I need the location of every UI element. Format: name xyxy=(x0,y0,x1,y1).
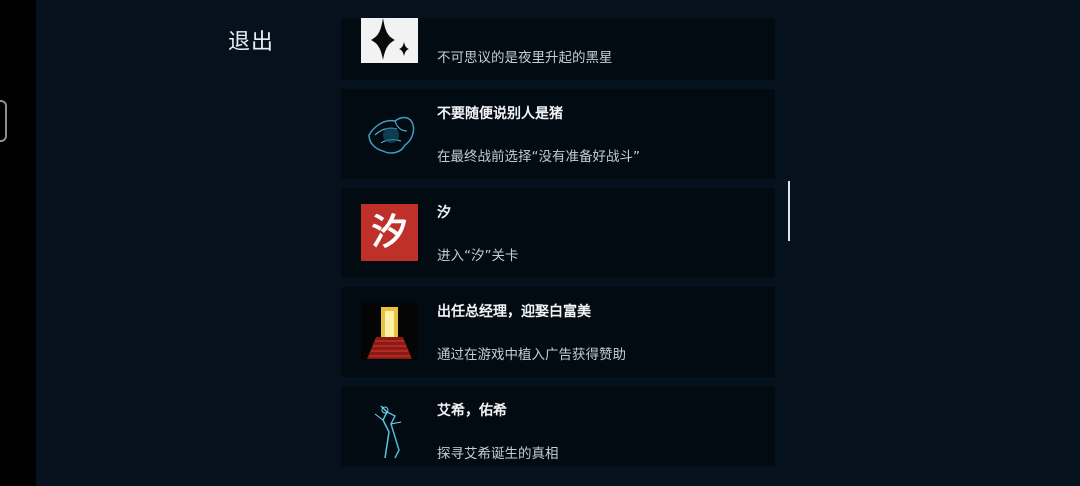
achievement-title: 艾希，佑希 xyxy=(437,403,507,419)
achievement-desc: 进入“汐”关卡 xyxy=(437,248,519,264)
xi-glyph: 汐 xyxy=(371,211,408,253)
achievement-desc: 不可思议的是夜里升起的黑星 xyxy=(437,50,613,66)
blue-creature-icon xyxy=(361,105,418,162)
exit-button[interactable]: 退出 xyxy=(228,24,274,56)
achievement-desc: 在最终战前选择“没有准备好战斗” xyxy=(437,149,640,165)
scrollbar-thumb[interactable] xyxy=(788,181,790,241)
achievement-list[interactable]: 不可思议的是夜里升起的黑星 不要随便说别人是猪 在最终战前选择“没有准备好战斗”… xyxy=(341,18,775,466)
achievement-desc: 通过在游戏中植入广告获得赞助 xyxy=(437,347,626,363)
achievement-card[interactable]: 不可思议的是夜里升起的黑星 xyxy=(341,18,775,80)
golden-door-stairs-icon xyxy=(361,303,418,360)
blue-sword-figure-icon xyxy=(361,402,418,459)
achievement-card[interactable]: 艾希，佑希 探寻艾希诞生的真相 xyxy=(341,386,775,466)
achievement-title: 汐 xyxy=(437,205,451,221)
achievement-title: 出任总经理，迎娶白富美 xyxy=(437,304,591,320)
side-handle[interactable] xyxy=(0,100,7,142)
black-star-icon xyxy=(361,18,418,63)
achievement-card[interactable]: 汐 汐 进入“汐”关卡 xyxy=(341,188,775,278)
achievement-desc: 探寻艾希诞生的真相 xyxy=(437,446,559,462)
achievement-card[interactable]: 出任总经理，迎娶白富美 通过在游戏中植入广告获得赞助 xyxy=(341,287,775,377)
screen: 退出 不可思议的是夜里升起的黑星 不要随便说别人是猪 在最终战前选择“没有准备好… xyxy=(0,0,1080,486)
achievement-card[interactable]: 不要随便说别人是猪 在最终战前选择“没有准备好战斗” xyxy=(341,89,775,179)
achievement-title: 不要随便说别人是猪 xyxy=(437,106,563,122)
xi-character-icon: 汐 xyxy=(361,204,418,261)
